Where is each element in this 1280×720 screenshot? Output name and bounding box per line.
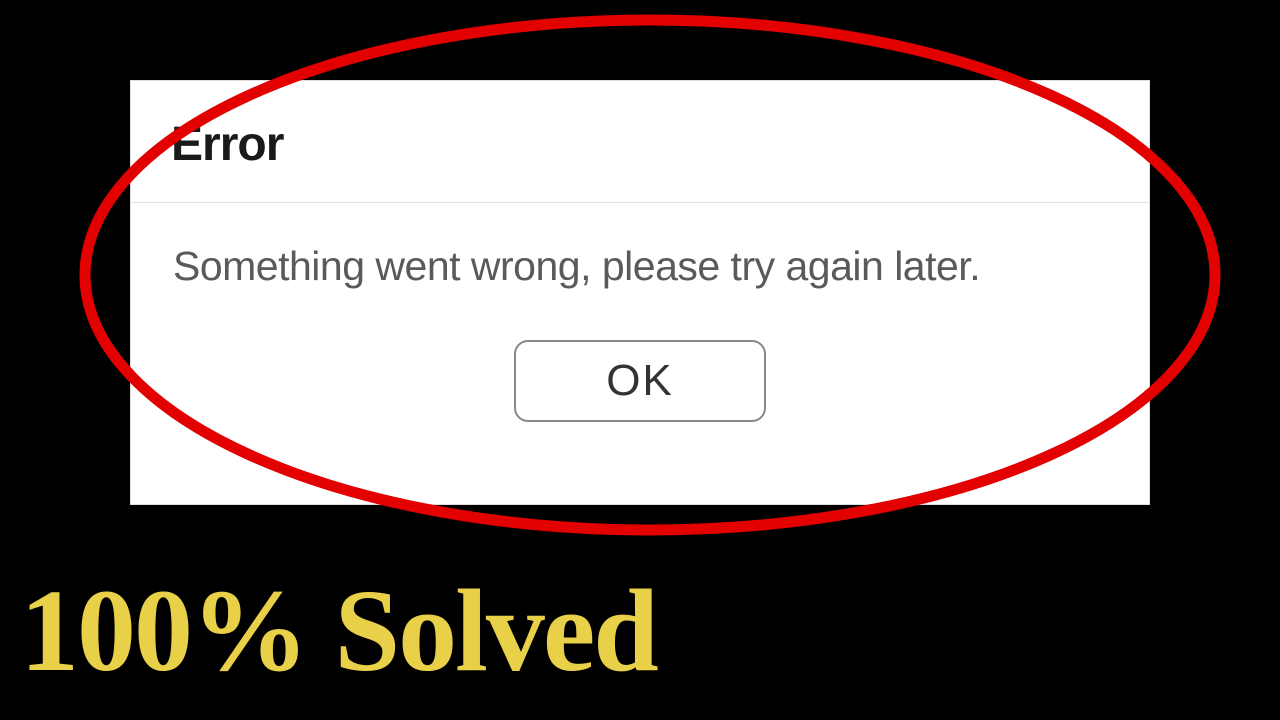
- dialog-body: Something went wrong, please try again l…: [131, 203, 1149, 310]
- dialog-footer: OK: [131, 310, 1149, 462]
- dialog-message: Something went wrong, please try again l…: [173, 243, 1107, 290]
- solved-caption: 100% Solved: [20, 572, 657, 690]
- dialog-title: Error: [171, 117, 1109, 172]
- dialog-header: Error: [131, 81, 1149, 203]
- error-dialog: Error Something went wrong, please try a…: [130, 80, 1150, 505]
- ok-button[interactable]: OK: [514, 340, 766, 422]
